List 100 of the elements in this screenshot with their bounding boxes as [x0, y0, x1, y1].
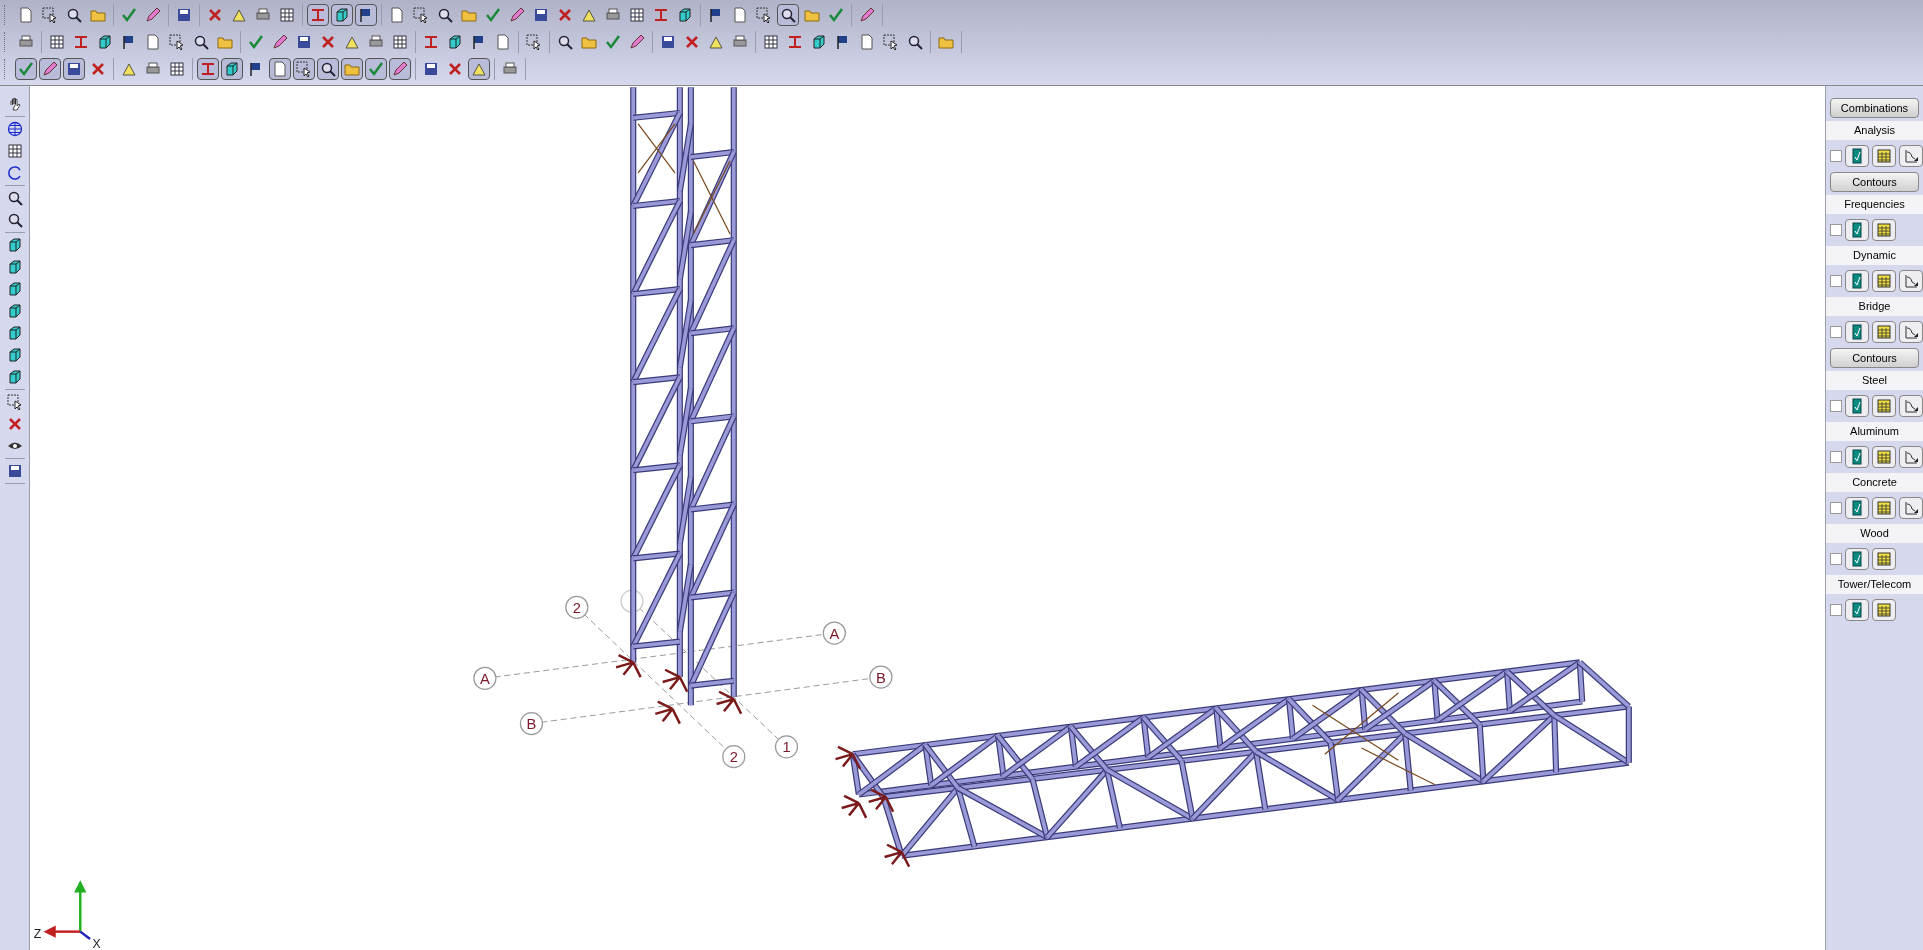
panel-tool-button[interactable] — [1845, 599, 1869, 621]
checkbox[interactable] — [1830, 275, 1842, 287]
panel-tool-button[interactable] — [1872, 497, 1896, 519]
beam-icon — [653, 6, 669, 23]
grid-icon — [392, 33, 408, 50]
beam-icon — [73, 33, 89, 50]
panel-tool-button[interactable] — [1872, 270, 1896, 292]
checkbox[interactable] — [1830, 150, 1842, 162]
cross-icon — [6, 415, 23, 432]
cube-icon — [334, 6, 350, 23]
cube-icon — [6, 346, 23, 363]
panel-tool-button[interactable] — [1845, 446, 1869, 468]
panel-tool-button[interactable] — [1899, 446, 1923, 468]
table-icon — [1876, 148, 1892, 164]
panel-tool-button[interactable] — [1845, 395, 1869, 417]
axis-label: X — [92, 936, 101, 950]
panel-tool-button[interactable] — [1845, 145, 1869, 167]
printer-icon — [732, 33, 748, 50]
cube-icon — [6, 302, 23, 319]
beam-icon — [310, 6, 326, 23]
section-label: Steel — [1826, 371, 1923, 390]
magnifier-icon — [193, 33, 209, 50]
panel-tool-button[interactable] — [1845, 548, 1869, 570]
panel-tool-button[interactable] — [1872, 599, 1896, 621]
cube-icon — [677, 6, 693, 23]
page-icon — [389, 6, 405, 23]
magnifier-icon — [780, 6, 796, 23]
panel-tool-button[interactable] — [1899, 145, 1923, 167]
magnifier-icon — [907, 33, 923, 50]
pencil-icon — [392, 60, 408, 77]
printer-icon — [605, 6, 621, 23]
plot-icon — [1903, 324, 1919, 340]
cursor-icon — [756, 6, 772, 23]
panel-tool-button[interactable] — [1845, 321, 1869, 343]
printer-icon — [255, 6, 271, 23]
panel-tool-button[interactable] — [1872, 548, 1896, 570]
panel-tool-button[interactable] — [1899, 395, 1923, 417]
toolbar-button[interactable] — [389, 57, 411, 80]
panel-tool-button[interactable] — [1872, 395, 1896, 417]
cube-icon — [6, 368, 23, 385]
toolbar-button[interactable] — [355, 3, 377, 26]
plot-icon — [1903, 449, 1919, 465]
drawing-canvas[interactable]: 2 A B A B 1 2 Z X — [30, 86, 1825, 950]
report-icon — [1849, 273, 1865, 289]
check-icon — [605, 33, 621, 50]
table-icon — [1876, 273, 1892, 289]
grid-icon — [279, 6, 295, 23]
toolbar-button[interactable] — [331, 3, 353, 26]
magnifier-icon — [6, 189, 23, 206]
page-icon — [272, 60, 288, 77]
grid-icon — [763, 33, 779, 50]
panel-tool-button[interactable] — [1845, 270, 1869, 292]
toolbar-button[interactable] — [777, 3, 799, 26]
pencil-icon — [145, 6, 161, 23]
checkbox[interactable] — [1830, 502, 1842, 514]
grid-icon — [169, 60, 185, 77]
cursor-icon — [413, 6, 429, 23]
report-icon — [1849, 602, 1865, 618]
checkbox[interactable] — [1830, 604, 1842, 616]
cube-icon — [6, 280, 23, 297]
checkbox[interactable] — [1830, 553, 1842, 565]
cube-icon — [6, 324, 23, 341]
panel-tool-button[interactable] — [1899, 321, 1923, 343]
magnifier-icon — [557, 33, 573, 50]
panel-tool-button[interactable] — [1899, 270, 1923, 292]
toolbar-button[interactable] — [63, 57, 85, 80]
panel-tool-button[interactable] — [1899, 497, 1923, 519]
panel-tool-button[interactable] — [1872, 145, 1896, 167]
cursor-icon — [883, 33, 899, 50]
check-icon — [485, 6, 501, 23]
cube-icon — [811, 33, 827, 50]
panel-button[interactable]: Contours — [1830, 172, 1919, 192]
panel-tool-button[interactable] — [1845, 497, 1869, 519]
page-icon — [859, 33, 875, 50]
panel-tool-button[interactable] — [1872, 321, 1896, 343]
checkbox[interactable] — [1830, 326, 1842, 338]
section-label: Concrete — [1826, 473, 1923, 492]
magnifier-icon — [437, 6, 453, 23]
cross-icon — [684, 33, 700, 50]
toolbar-button[interactable] — [293, 57, 315, 80]
toolbar-button[interactable] — [468, 57, 490, 80]
checkbox[interactable] — [1830, 224, 1842, 236]
toolbar-button[interactable] — [269, 57, 291, 80]
cursor-icon — [169, 33, 185, 50]
toolbar-button[interactable] — [221, 57, 243, 80]
report-icon — [1849, 222, 1865, 238]
panel-button[interactable]: Combinations — [1830, 98, 1919, 118]
checkbox[interactable] — [1830, 400, 1842, 412]
toolbar-button[interactable] — [317, 57, 339, 80]
cube-icon — [447, 33, 463, 50]
page-icon — [495, 33, 511, 50]
checkbox[interactable] — [1830, 451, 1842, 463]
panel-tool-button[interactable] — [1872, 219, 1896, 241]
panel-tool-button[interactable] — [1845, 219, 1869, 241]
cross-icon — [447, 60, 463, 77]
panel-button[interactable]: Contours — [1830, 348, 1919, 368]
toolbar-button[interactable] — [39, 57, 61, 80]
magnifier-icon — [6, 211, 23, 228]
grid-icon — [6, 142, 23, 159]
panel-tool-button[interactable] — [1872, 446, 1896, 468]
